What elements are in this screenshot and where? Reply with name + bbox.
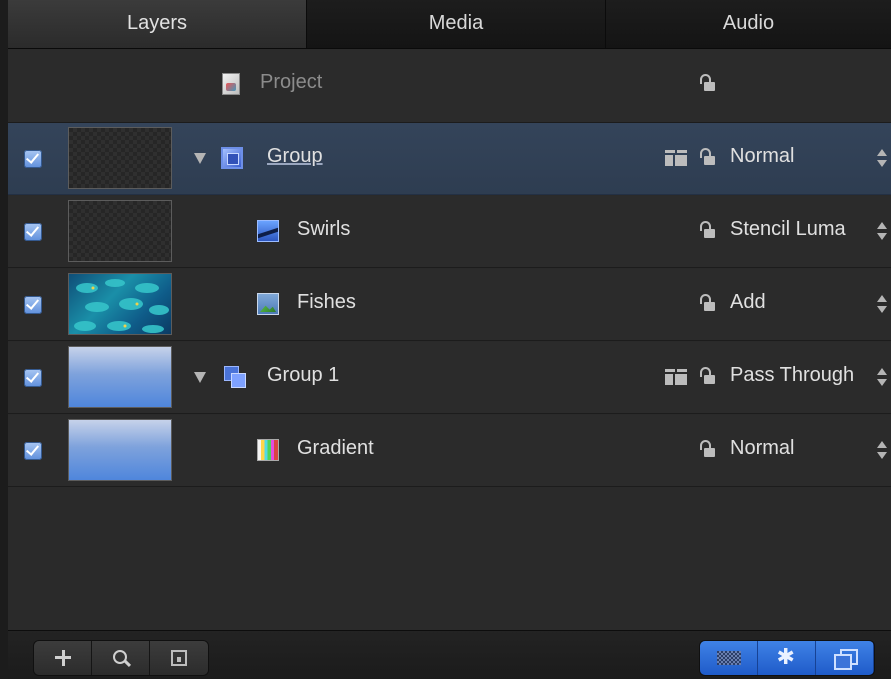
layer-row-group-1[interactable]: Group 1 Pass Through — [8, 342, 891, 414]
blend-mode-stepper-icon[interactable] — [876, 294, 888, 314]
layer-thumbnail — [68, 346, 172, 408]
search-icon — [112, 650, 129, 666]
lock-icon[interactable] — [698, 74, 716, 94]
layers-icon — [833, 649, 858, 670]
lock-icon[interactable] — [698, 294, 716, 314]
blend-mode-stepper-icon[interactable] — [876, 367, 888, 387]
add-button[interactable] — [34, 641, 92, 675]
layer-thumbnail — [68, 419, 172, 481]
isolate-icon — [171, 650, 187, 666]
add-icon — [54, 650, 71, 666]
layer-name[interactable]: Group 1 — [267, 364, 339, 387]
layer-visibility-checkbox[interactable] — [24, 223, 42, 241]
flatten-icon[interactable] — [665, 150, 687, 166]
tab-layers[interactable]: Layers — [8, 0, 307, 48]
blend-mode-stepper-icon[interactable] — [876, 440, 888, 460]
layer-row-gradient[interactable]: Gradient Normal — [8, 415, 891, 487]
lock-icon[interactable] — [698, 367, 716, 387]
blend-mode-label[interactable]: Stencil Luma — [730, 218, 846, 241]
blend-mode-label[interactable]: Normal — [730, 145, 794, 168]
disclosure-triangle-icon[interactable] — [194, 153, 206, 164]
layer-thumbnail — [68, 273, 172, 335]
blend-mode-label[interactable]: Pass Through — [730, 364, 854, 387]
layer-visibility-checkbox[interactable] — [24, 296, 42, 314]
disclosure-triangle-icon[interactable] — [194, 372, 206, 383]
project-row[interactable]: Project — [8, 49, 891, 123]
layer-thumbnail — [68, 200, 172, 262]
blend-mode-stepper-icon[interactable] — [876, 221, 888, 241]
tab-bar: Layers Media Audio — [8, 0, 891, 49]
project-icon — [222, 73, 240, 95]
layer-row-swirls[interactable]: Swirls Stencil Luma — [8, 196, 891, 268]
layer-row-fishes[interactable]: Fishes Add — [8, 269, 891, 341]
lock-icon[interactable] — [698, 148, 716, 168]
shape-icon — [257, 220, 279, 242]
fish-thumbnail-icon — [74, 279, 169, 333]
group-icon — [221, 147, 243, 169]
isolate-button[interactable] — [150, 641, 208, 675]
layer-visibility-checkbox[interactable] — [24, 369, 42, 387]
tab-media[interactable]: Media — [307, 0, 606, 48]
blend-mode-label[interactable]: Normal — [730, 437, 794, 460]
tab-audio[interactable]: Audio — [606, 0, 891, 48]
layer-visibility-checkbox[interactable] — [24, 442, 42, 460]
layer-thumbnail — [68, 127, 172, 189]
left-button-group — [34, 641, 208, 675]
group-icon — [224, 366, 246, 388]
layer-name[interactable]: Group — [267, 145, 323, 168]
gear-icon — [777, 646, 797, 668]
lock-icon[interactable] — [698, 440, 716, 460]
flatten-icon[interactable] — [665, 369, 687, 385]
settings-button[interactable] — [758, 641, 816, 675]
right-button-group — [700, 641, 874, 675]
lock-icon[interactable] — [698, 221, 716, 241]
layer-name[interactable]: Swirls — [297, 218, 350, 241]
blend-mode-stepper-icon[interactable] — [876, 148, 888, 168]
layer-name[interactable]: Fishes — [297, 291, 356, 314]
search-button[interactable] — [92, 641, 150, 675]
show-layers-button[interactable] — [816, 641, 874, 675]
show-checkerboard-button[interactable] — [700, 641, 758, 675]
project-label: Project — [260, 71, 323, 93]
layer-row-group[interactable]: Group Normal — [8, 123, 891, 195]
bottom-toolbar — [8, 630, 891, 679]
checkerboard-icon — [716, 651, 741, 665]
layer-name[interactable]: Gradient — [297, 437, 374, 460]
layer-visibility-checkbox[interactable] — [24, 150, 42, 168]
blend-mode-label[interactable]: Add — [730, 291, 766, 314]
image-icon — [257, 293, 279, 315]
gradient-icon — [257, 439, 279, 461]
layers-panel: Layers Media Audio Project Group Normal … — [8, 0, 891, 679]
